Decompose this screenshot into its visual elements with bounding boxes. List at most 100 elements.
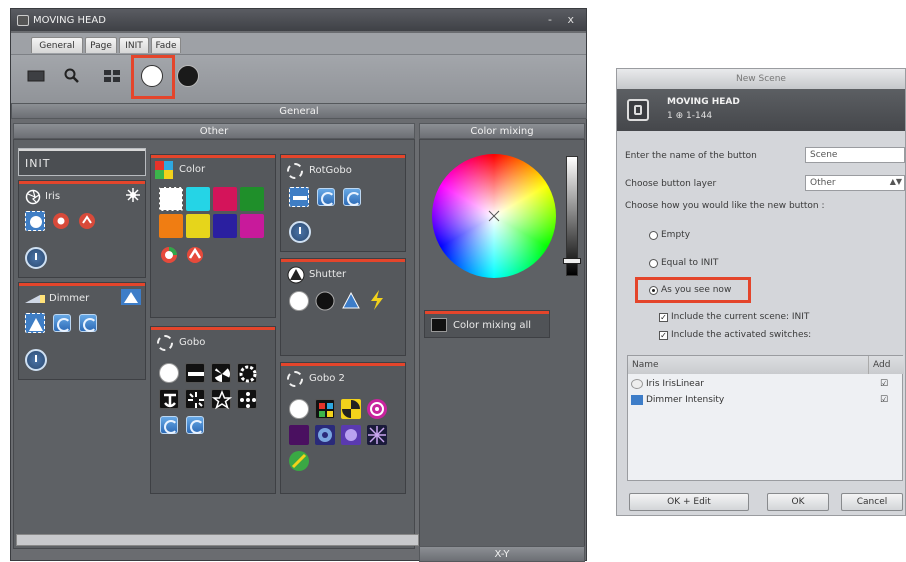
color-fx2-tile[interactable]: [185, 245, 205, 265]
init-label: INIT: [25, 157, 51, 170]
gobo-dots-tile[interactable]: [237, 389, 257, 409]
color-topline: [151, 155, 275, 158]
scene-name-input[interactable]: Scene: [805, 147, 905, 163]
gobo-star-icon: [211, 390, 233, 410]
iris-knob[interactable]: [25, 247, 47, 269]
tab-init[interactable]: INIT: [119, 37, 149, 53]
snowflake-icon[interactable]: [125, 187, 141, 203]
cancel-button[interactable]: Cancel: [841, 493, 903, 511]
screen-button[interactable]: [25, 67, 47, 85]
ok-edit-button[interactable]: OK + Edit: [629, 493, 749, 511]
table-row[interactable]: Dimmer Intensity ☑: [628, 392, 902, 408]
color-swatch[interactable]: [186, 187, 210, 211]
gobo-bars-icon: [188, 372, 204, 376]
gobo2-flower-tile[interactable]: [315, 425, 335, 445]
color-swatch[interactable]: [240, 214, 264, 238]
table-row-name: Iris IrisLinear: [646, 379, 704, 389]
table-row-add[interactable]: ☑: [866, 395, 902, 405]
gobo2-green-tile[interactable]: [289, 451, 309, 471]
color-swatch[interactable]: [213, 214, 237, 238]
gobo2-topline: [281, 363, 405, 366]
layer-select[interactable]: Other ▲▼: [805, 175, 905, 191]
iris-group: Iris: [18, 180, 146, 278]
tab-page[interactable]: Page: [85, 37, 117, 53]
color-mixing-all-swatch: [431, 318, 447, 332]
rotgobo-fx2-button[interactable]: [343, 188, 361, 206]
dimmer-fx1-button[interactable]: [53, 314, 71, 332]
gobo-radiation-tile[interactable]: [211, 363, 231, 383]
shutter-pulse-icon[interactable]: [341, 291, 361, 311]
shutter-closed-icon[interactable]: [315, 291, 335, 311]
fixture-icon: [627, 99, 649, 121]
color-swatch[interactable]: [240, 187, 264, 211]
tab-fade[interactable]: Fade: [151, 37, 181, 53]
gobo-ring-tile[interactable]: [237, 363, 257, 383]
check-include-switches[interactable]: ✓: [659, 331, 668, 340]
check-include-scene[interactable]: ✓: [659, 313, 668, 322]
dimmer-knob[interactable]: [25, 349, 47, 371]
gobo-anchor-tile[interactable]: [159, 389, 179, 409]
iris-icon: [25, 189, 41, 205]
table-row[interactable]: Iris IrisLinear ☑: [628, 376, 902, 392]
horizontal-scrollbar[interactable]: [16, 534, 419, 546]
color-swatch[interactable]: [186, 214, 210, 238]
color-swatch[interactable]: [213, 187, 237, 211]
gobo-burst-tile[interactable]: [185, 389, 205, 409]
init-preset[interactable]: INIT: [18, 148, 146, 176]
radio-as-you-see-now[interactable]: [649, 286, 658, 295]
grid-view-button[interactable]: [101, 66, 123, 86]
gobo-bars-tile[interactable]: [185, 363, 205, 383]
dimmer-fx2-button[interactable]: [79, 314, 97, 332]
rotgobo-fx1-button[interactable]: [317, 188, 335, 206]
shutter-open-tile[interactable]: [289, 291, 309, 311]
brightness-slider-handle[interactable]: [563, 258, 581, 264]
dimmer-full-tile[interactable]: [25, 313, 45, 333]
color-mixing-all-label: Color mixing all: [453, 320, 532, 331]
white-circle-icon: [141, 65, 163, 87]
radio-empty[interactable]: [649, 231, 658, 240]
gobo-fx2-button[interactable]: [186, 416, 204, 434]
color-swatch[interactable]: [159, 214, 183, 238]
rotgobo-knob[interactable]: [289, 221, 311, 243]
gobo2-multi-icon: [319, 403, 333, 417]
gobo2-fan-tile[interactable]: [341, 399, 361, 419]
ok-button[interactable]: OK: [767, 493, 829, 511]
window-controls[interactable]: - x: [548, 13, 580, 26]
layer-label: Choose button layer: [625, 179, 717, 189]
iris-pulse-tile[interactable]: [51, 211, 71, 231]
app-icon: [17, 14, 29, 26]
dimmer-ramp-icon[interactable]: [121, 289, 141, 305]
gobo2-group: Gobo 2: [280, 362, 406, 494]
fixture-name: MOVING HEAD: [667, 97, 740, 107]
color-fx1-tile[interactable]: [159, 245, 179, 265]
gobo-star-tile[interactable]: [211, 389, 233, 410]
search-button[interactable]: [61, 65, 83, 87]
gobo2-purple-tile[interactable]: [289, 425, 309, 445]
gobo2-spiral-tile[interactable]: [367, 399, 387, 419]
black-circle-button[interactable]: [175, 63, 201, 89]
iris-open-tile[interactable]: [25, 211, 45, 231]
shutter-strobe-icon[interactable]: [367, 289, 387, 311]
check-include-switches-label: Include the activated switches:: [671, 330, 812, 340]
color-icon: [155, 161, 173, 179]
white-circle-button[interactable]: [139, 63, 165, 89]
gobo-open-tile[interactable]: [159, 363, 179, 383]
dimmer-row-icon: [631, 395, 643, 405]
gobo2-open-tile[interactable]: [289, 399, 309, 419]
gobo2-bubble-tile[interactable]: [341, 425, 361, 445]
color-mixing-all-button[interactable]: Color mixing all: [424, 310, 550, 338]
screen-icon: [27, 70, 45, 82]
gobo-fx1-button[interactable]: [160, 416, 178, 434]
table-row-add[interactable]: ☑: [866, 379, 902, 389]
layer-select-arrow-icon: ▲▼: [889, 177, 902, 186]
gobo-burst-icon: [188, 392, 204, 408]
gobo2-multi-tile[interactable]: [315, 399, 335, 419]
rotgobo-open-tile[interactable]: [289, 187, 309, 207]
radio-equal-init[interactable]: [649, 259, 658, 268]
iris-random-tile[interactable]: [77, 211, 97, 231]
color-random-fx-icon: [187, 247, 203, 263]
tab-general[interactable]: General: [31, 37, 83, 53]
table-row-name: Dimmer Intensity: [646, 395, 725, 405]
gobo2-rays-tile[interactable]: [367, 425, 387, 445]
color-swatch[interactable]: [159, 187, 183, 211]
